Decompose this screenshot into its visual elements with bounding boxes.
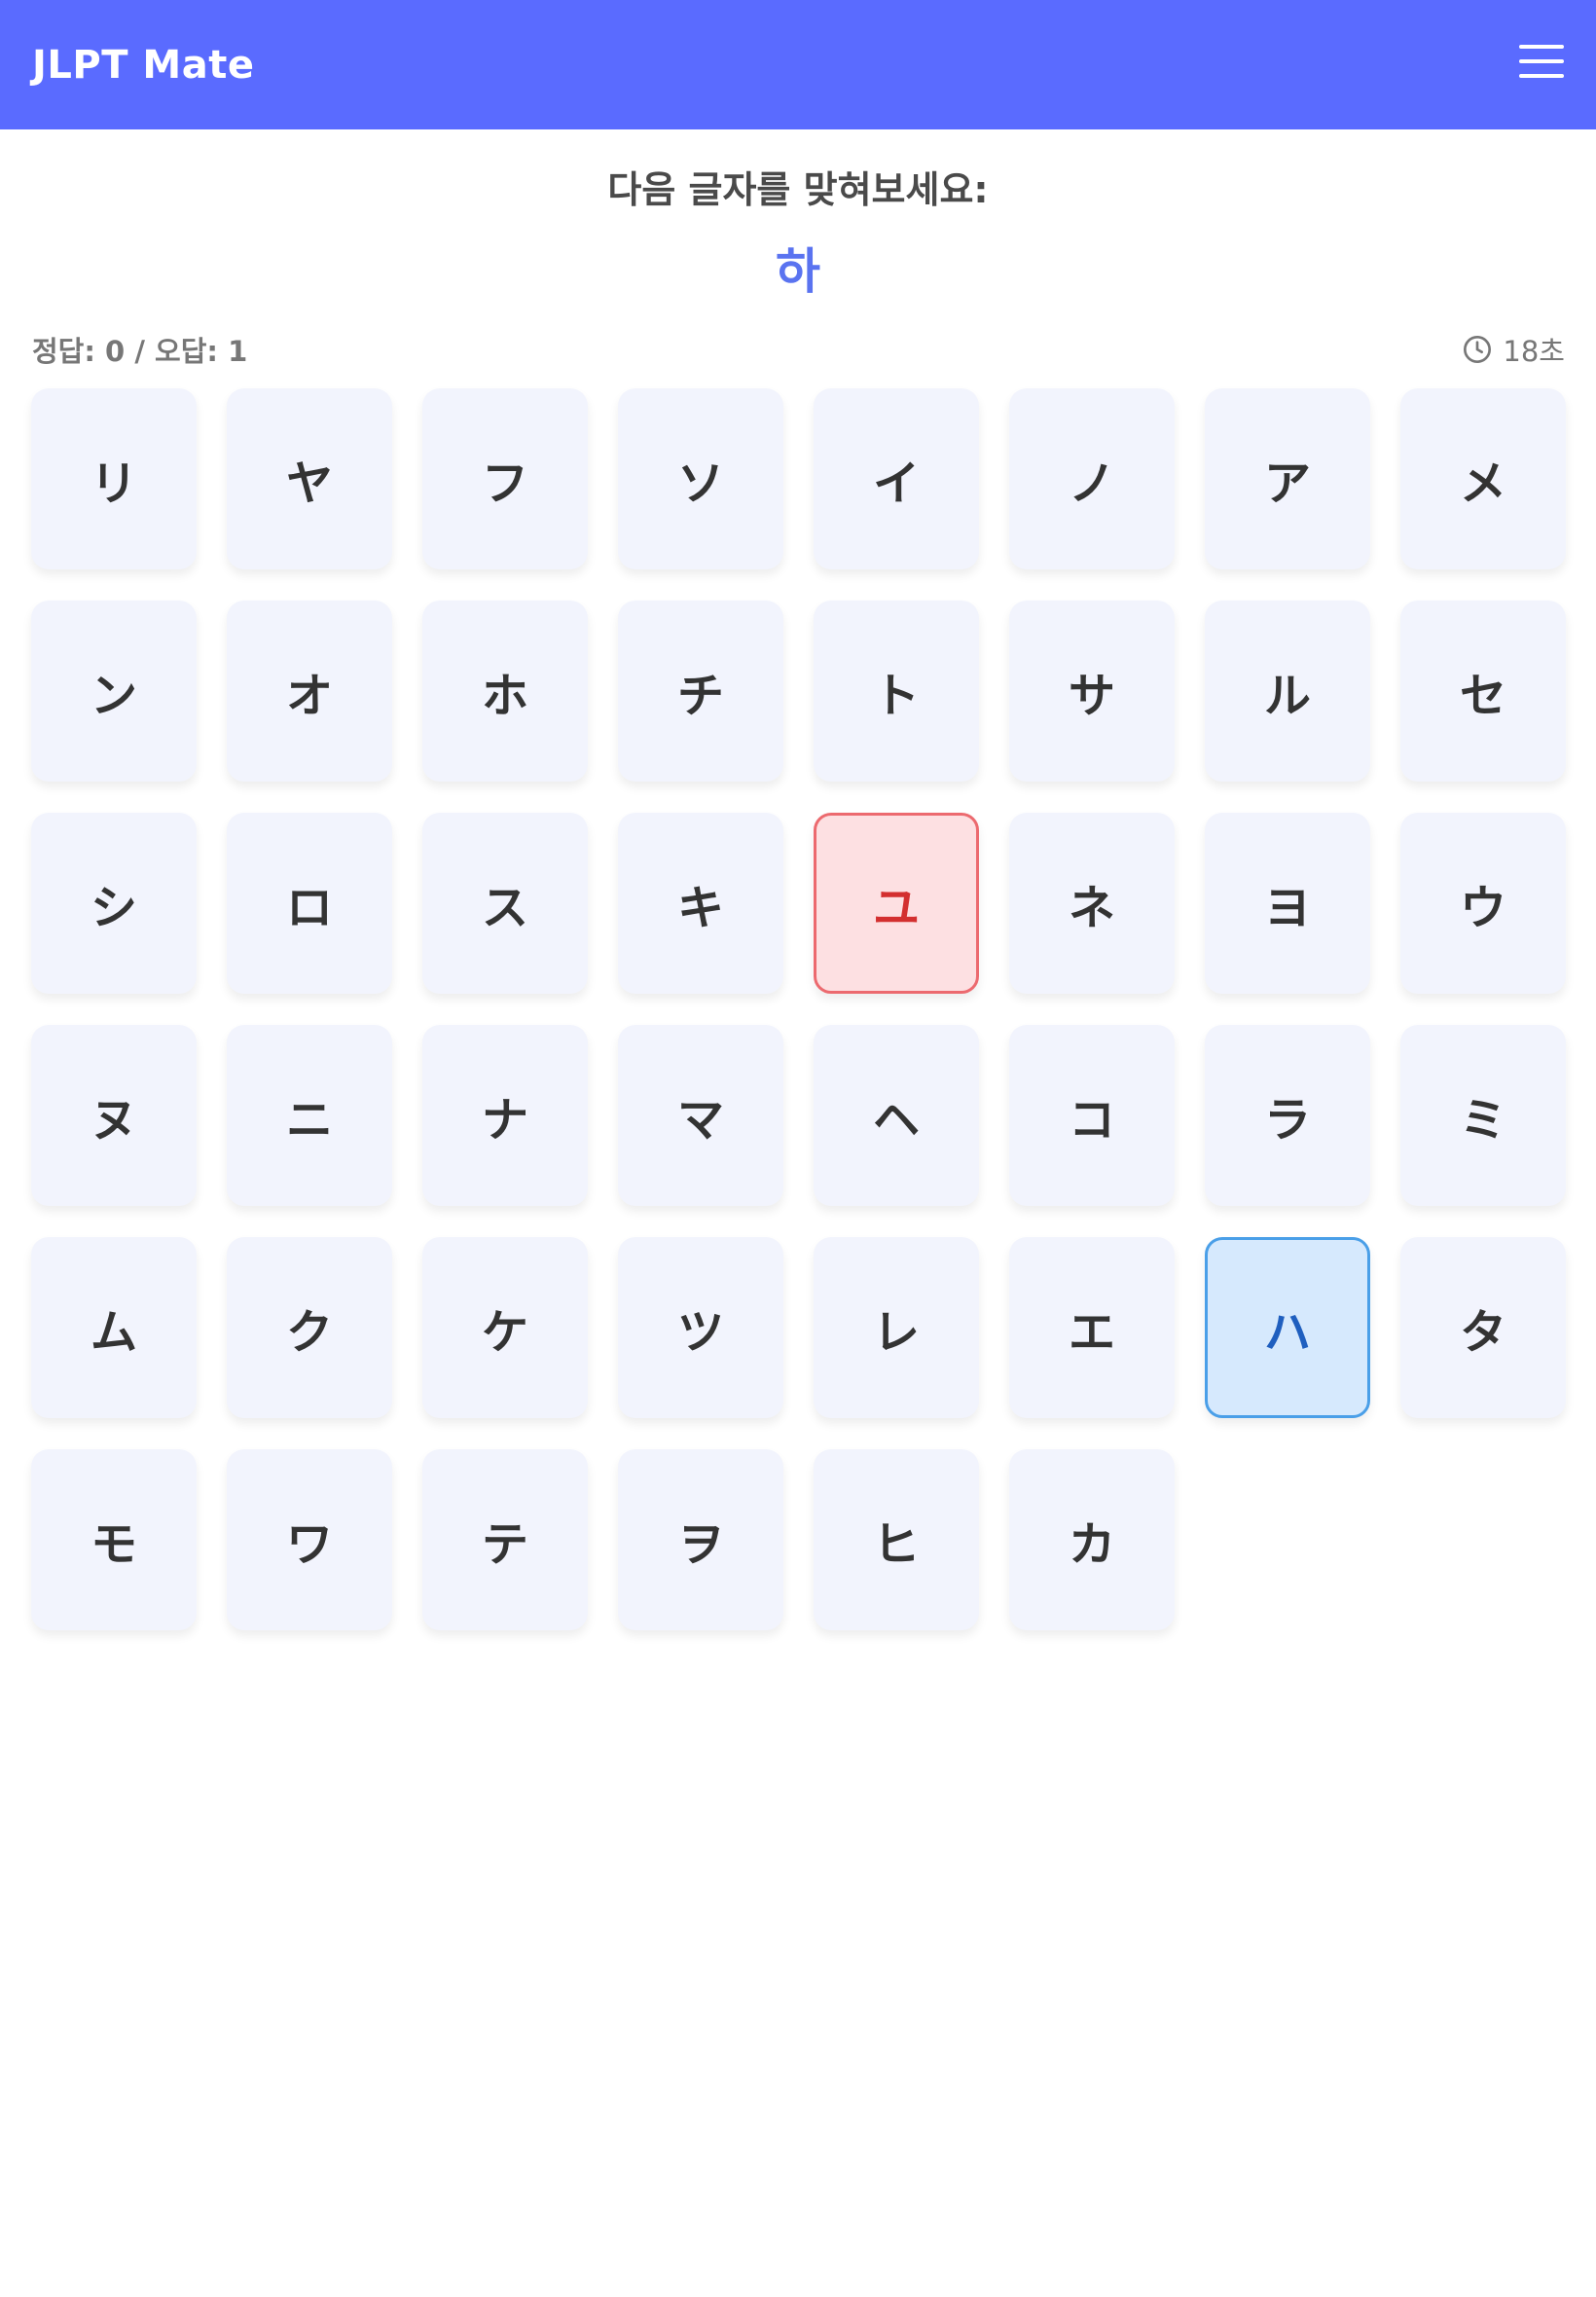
answer-option-button[interactable]: ヤ (227, 388, 392, 569)
answer-option-button[interactable]: ス (422, 813, 588, 994)
answer-option-button[interactable]: ン (31, 601, 197, 782)
answer-option-button[interactable]: ク (227, 1237, 392, 1418)
answer-option-correct-button[interactable]: ハ (1205, 1237, 1370, 1418)
answer-option-button[interactable]: ツ (618, 1237, 783, 1418)
menu-icon-bar (1519, 73, 1564, 78)
answer-option-button[interactable]: ワ (227, 1449, 392, 1630)
app-bar: JLPT Mate (0, 0, 1596, 129)
answer-option-button[interactable]: ウ (1400, 813, 1566, 994)
answer-option-button[interactable]: ロ (227, 813, 392, 994)
answer-option-button[interactable]: ナ (422, 1025, 588, 1206)
menu-icon-bar (1519, 44, 1564, 49)
quiz-main: 다음 글자를 맞혀보세요: 하 정답: 0 / 오답: 1 18초 リヤフソイノ… (0, 129, 1596, 1630)
answer-option-button[interactable]: セ (1400, 601, 1566, 782)
answer-option-button[interactable]: サ (1009, 601, 1175, 782)
hamburger-menu-icon[interactable] (1519, 44, 1564, 78)
answer-option-button[interactable]: ヌ (31, 1025, 197, 1206)
answer-option-button[interactable]: ノ (1009, 388, 1175, 569)
answer-option-wrong-button[interactable]: ユ (814, 813, 979, 994)
answer-option-button[interactable]: チ (618, 601, 783, 782)
answer-option-button[interactable]: ト (814, 601, 979, 782)
timer: 18초 (1462, 329, 1565, 370)
status-row: 정답: 0 / 오답: 1 18초 (0, 330, 1596, 369)
prompt-label: 다음 글자를 맞혀보세요: (607, 168, 989, 211)
app-title: JLPT Mate (32, 42, 255, 88)
answer-option-button[interactable]: リ (31, 388, 197, 569)
menu-icon-bar (1519, 58, 1564, 63)
answer-option-button[interactable]: シ (31, 813, 197, 994)
timer-text: 18초 (1503, 335, 1565, 368)
clock-icon (1464, 336, 1492, 363)
answer-option-button[interactable]: ラ (1205, 1025, 1370, 1206)
answer-option-button[interactable]: ヘ (814, 1025, 979, 1206)
answer-option-button[interactable]: カ (1009, 1449, 1175, 1630)
answer-option-button[interactable]: ム (31, 1237, 197, 1418)
answer-option-button[interactable]: マ (618, 1025, 783, 1206)
answer-option-button[interactable]: タ (1400, 1237, 1566, 1418)
answer-option-button[interactable]: ネ (1009, 813, 1175, 994)
answer-option-button[interactable]: オ (227, 601, 392, 782)
prompt-character: 하 (776, 243, 820, 300)
answer-option-button[interactable]: ミ (1400, 1025, 1566, 1206)
answer-option-button[interactable]: イ (814, 388, 979, 569)
answer-option-button[interactable]: ホ (422, 601, 588, 782)
answer-option-button[interactable]: コ (1009, 1025, 1175, 1206)
answer-option-button[interactable]: ヲ (618, 1449, 783, 1630)
answer-option-button[interactable]: エ (1009, 1237, 1175, 1418)
answer-option-button[interactable]: モ (31, 1449, 197, 1630)
answer-option-button[interactable]: メ (1400, 388, 1566, 569)
answer-grid: リヤフソイノアメンオホチトサルセシロスキユネヨウヌニナマヘコラミムクケツレエハタ… (0, 388, 1596, 1630)
answer-option-button[interactable]: レ (814, 1237, 979, 1418)
answer-option-button[interactable]: フ (422, 388, 588, 569)
answer-option-button[interactable]: ヒ (814, 1449, 979, 1630)
answer-option-button[interactable]: ソ (618, 388, 783, 569)
answer-option-button[interactable]: ケ (422, 1237, 588, 1418)
answer-option-button[interactable]: キ (618, 813, 783, 994)
prompt-area: 다음 글자를 맞혀보세요: 하 (0, 129, 1596, 301)
answer-option-button[interactable]: ア (1205, 388, 1370, 569)
answer-option-button[interactable]: テ (422, 1449, 588, 1630)
answer-option-button[interactable]: ル (1205, 601, 1370, 782)
score-text: 정답: 0 / 오답: 1 (32, 335, 248, 368)
answer-option-button[interactable]: ヨ (1205, 813, 1370, 994)
answer-option-button[interactable]: ニ (227, 1025, 392, 1206)
